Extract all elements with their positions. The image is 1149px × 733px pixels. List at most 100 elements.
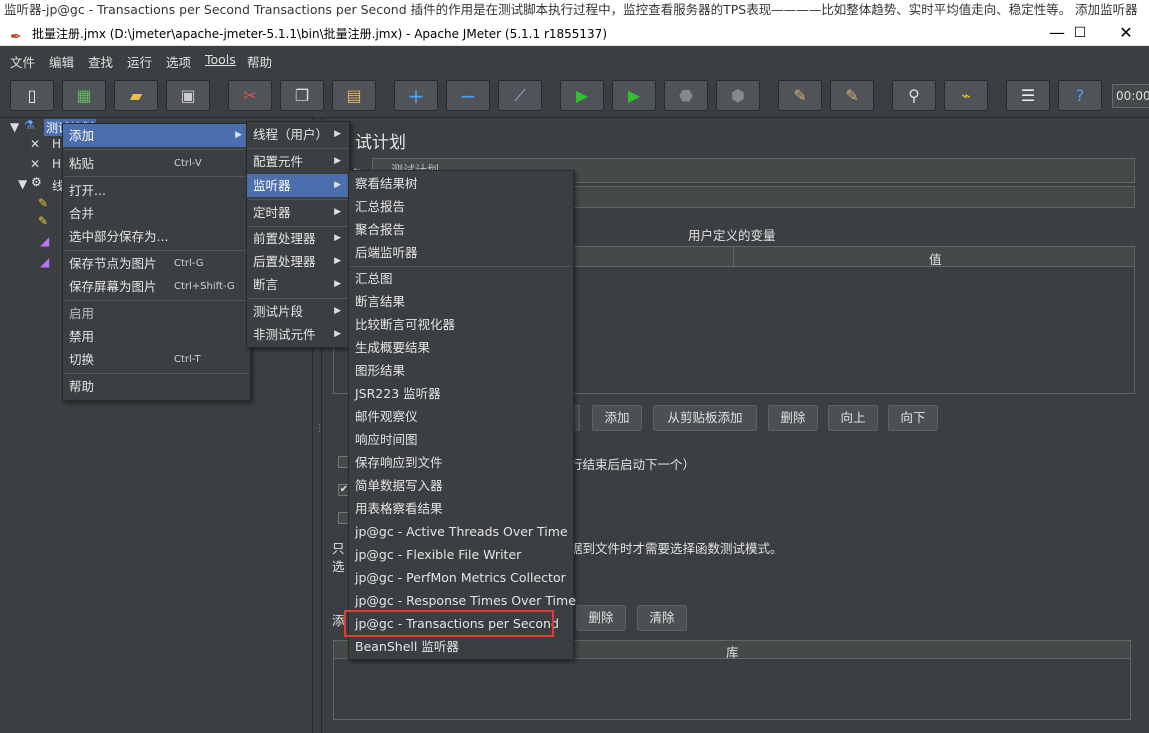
value-column-header: 值 [929,252,942,267]
submenu-listener[interactable]: 监听器 ▶ [247,174,349,197]
menu-edit[interactable]: 编辑 [49,52,74,71]
http-header-icon: ✕ [30,157,41,171]
submenu-config-element[interactable]: 配置元件 ▶ [247,150,349,173]
toggle-icon[interactable]: ⟋ [498,80,542,111]
menu-add[interactable]: 添加 ▶ [63,124,250,147]
submenu-threads[interactable]: 线程（用户） ▶ [247,123,349,146]
search-icon[interactable]: ⚲ [892,80,936,111]
menu-tools[interactable]: Tools [205,52,236,67]
http-cookie-icon: ✕ [30,137,41,151]
menu-save-selection[interactable]: 选中部分保存为... [63,225,250,248]
menu-help[interactable]: 帮助 [63,375,250,398]
cut-icon[interactable]: ✂ [228,80,272,111]
clear-all-icon[interactable]: ✎ [830,80,874,111]
tree-node[interactable]: H [52,157,61,171]
help-icon[interactable]: ? [1058,80,1102,111]
listener-simple-data-writer[interactable]: 简单数据写入器 [349,474,573,497]
submenu-assertion[interactable]: 断言 ▶ [247,273,349,296]
listener-save-responses[interactable]: 保存响应到文件 [349,451,573,474]
listener-response-times[interactable]: jp@gc - Response Times Over Time [349,589,576,612]
save-icon[interactable]: ▣ [166,80,210,111]
close-button[interactable]: ✕ [1103,22,1149,46]
listener-aggregate-graph[interactable]: 汇总图 [349,267,573,290]
tree-expander-icon[interactable]: ▼ [10,120,19,134]
menu-merge[interactable]: 合并 [63,202,250,225]
submenu-pre-processor[interactable]: 前置处理器 ▶ [247,227,349,250]
select-text: 选 [332,559,345,574]
listener-summary-report[interactable]: 汇总报告 [349,195,573,218]
thread-group-gear-icon: ⚙ [31,175,42,189]
reset-search-icon[interactable]: ⌁ [944,80,988,111]
listener-mailer[interactable]: 邮件观察仪 [349,405,573,428]
menu-paste[interactable]: 粘贴 Ctrl-V [63,152,250,175]
shutdown-icon[interactable]: ⬢ [716,80,760,111]
article-caption: 监听器-jp@gc - Transactions per Second Tran… [0,0,1149,22]
menu-run[interactable]: 运行 [127,52,152,71]
listener-view-results-table[interactable]: 用表格察看结果 [349,497,573,520]
menu-toggle[interactable]: 切换 Ctrl-T [63,348,250,371]
menu-open[interactable]: 打开... [63,179,250,202]
listener-flexible-file-writer[interactable]: jp@gc - Flexible File Writer [349,543,573,566]
submenu-post-processor[interactable]: 后置处理器 ▶ [247,250,349,273]
menu-bar: 文件 编辑 查找 运行 选项 Tools 帮助 [0,46,1149,73]
listener-comparison-assertion[interactable]: 比较断言可视化器 [349,313,573,336]
window-title-bar: ✒ 批量注册.jmx (D:\jmeter\apache-jmeter-5.1.… [0,22,1149,46]
expand-icon[interactable]: + [394,80,438,111]
submenu-timer[interactable]: 定时器 ▶ [247,201,349,224]
clear-icon[interactable]: ✎ [778,80,822,111]
listener-jsr223[interactable]: JSR223 监听器 [349,382,573,405]
collapse-icon[interactable]: − [446,80,490,111]
menu-help[interactable]: 帮助 [247,52,272,71]
menu-enable[interactable]: 启用 [63,302,250,325]
menu-options[interactable]: 选项 [166,52,191,71]
panel-title: 试计划 [355,133,406,153]
listener-backend[interactable]: 后端监听器 [349,241,573,264]
menu-save-screen-image[interactable]: 保存屏幕为图片 Ctrl+Shift-G [63,275,250,298]
menu-file[interactable]: 文件 [10,52,35,71]
listener-assertion-results[interactable]: 断言结果 [349,290,573,313]
templates-icon[interactable]: ▦ [62,80,106,111]
listener-aggregate-report[interactable]: 聚合报告 [349,218,573,241]
listener-view-results-tree[interactable]: 察看结果树 [349,172,573,195]
submenu-non-test-element[interactable]: 非测试元件 ▶ [247,323,349,346]
paste-icon[interactable]: ▤ [332,80,376,111]
listener-graph-results[interactable]: 图形结果 [349,359,573,382]
listener-perfmon[interactable]: jp@gc - PerfMon Metrics Collector [349,566,573,589]
new-icon[interactable]: ▯ [10,80,54,111]
listener-icon: ◢ [40,234,50,248]
add-submenu: 线程（用户） ▶ 配置元件 ▶ 监听器 ▶ 定时器 ▶ 前置处理器 ▶ 后置处理器 ▶ 断言… [246,121,350,348]
lib-delete-button[interactable]: 删除 [576,605,626,631]
add-button[interactable]: 添加 [592,405,642,431]
submenu-test-fragment[interactable]: 测试片段 ▶ [247,300,349,323]
move-down-button[interactable]: 向下 [888,405,938,431]
move-up-button[interactable]: 向上 [828,405,878,431]
open-icon[interactable]: ▰ [114,80,158,111]
listener-icon: ◢ [40,255,50,269]
tree-node[interactable]: H [52,137,61,151]
listener-generate-summary[interactable]: 生成概要结果 [349,336,573,359]
menu-save-node-image[interactable]: 保存节点为图片 Ctrl-G [63,252,250,275]
tree-expander-icon[interactable]: ▼ [18,177,27,191]
listener-response-time-graph[interactable]: 响应时间图 [349,428,573,451]
function-helper-icon[interactable]: ☰ [1006,80,1050,111]
add-from-clipboard-button[interactable]: 从剪贴板添加 [653,405,757,431]
test-plan-icon: ⚗ [24,118,35,132]
sampler-icon: ✎ [38,214,49,228]
start-icon[interactable]: ▶ [560,80,604,111]
listener-beanshell[interactable]: BeanShell 监听器 [349,635,573,658]
user-vars-title: 用户定义的变量 [688,228,776,243]
run-consecutive-label: 行结束后启动下一个） [570,457,696,472]
maximize-button[interactable]: ☐ [1057,22,1103,46]
toolbar: ▯ ▦ ▰ ▣ ✂ ❐ ▤ + − ⟋ ▶ ▶ ⬣ ⬢ ✎ ✎ ⚲ ⌁ ☰ ? … [0,73,1149,118]
copy-icon[interactable]: ❐ [280,80,324,111]
stop-icon[interactable]: ⬣ [664,80,708,111]
start-no-pause-icon[interactable]: ▶ [612,80,656,111]
delete-button[interactable]: 删除 [768,405,818,431]
menu-disable[interactable]: 禁用 [63,325,250,348]
listener-active-threads[interactable]: jp@gc - Active Threads Over Time [349,520,573,543]
menu-search[interactable]: 查找 [88,52,113,71]
elapsed-timer: 00:00: [1112,84,1149,108]
window-title: 批量注册.jmx (D:\jmeter\apache-jmeter-5.1.1\… [32,27,607,41]
sampler-icon: ✎ [38,196,49,210]
lib-clear-button[interactable]: 清除 [637,605,687,631]
